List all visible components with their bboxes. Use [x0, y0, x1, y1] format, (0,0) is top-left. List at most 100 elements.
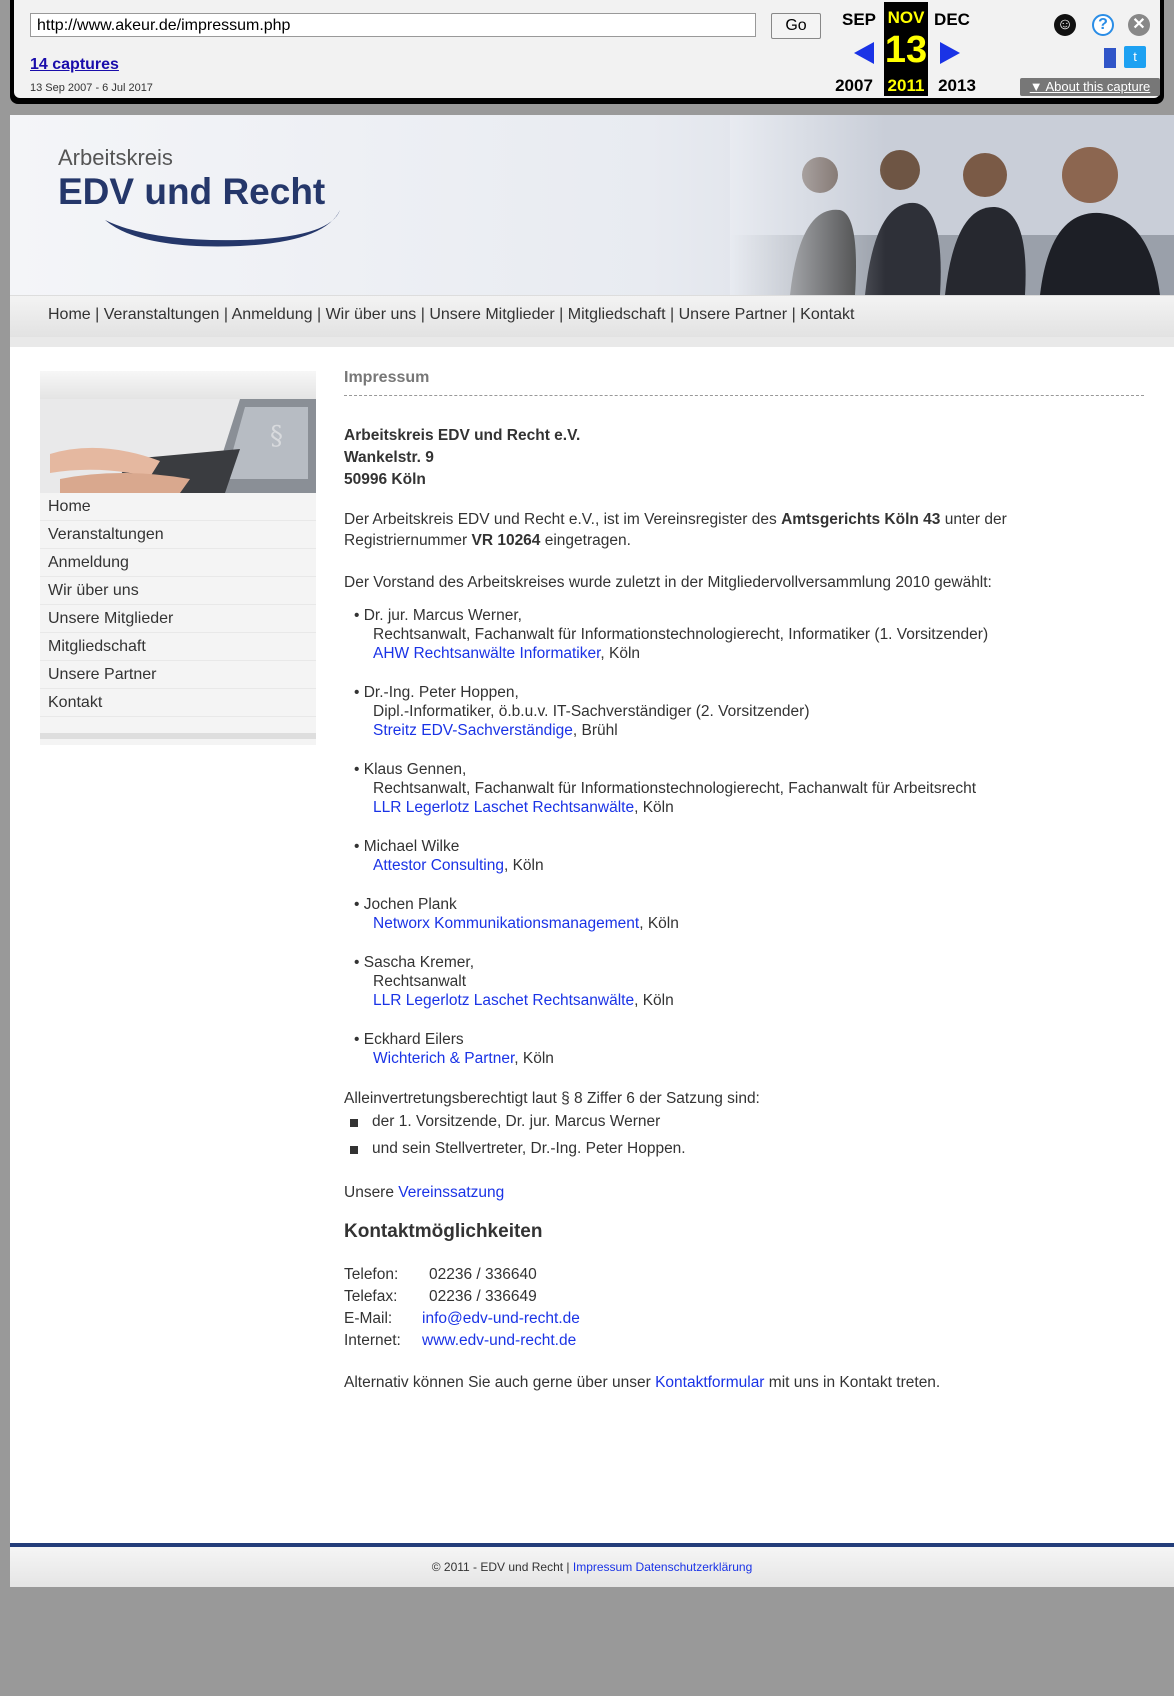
nav-home[interactable]: Home — [48, 306, 91, 323]
prev-capture-arrow-icon[interactable] — [854, 42, 874, 64]
member-company: Networx Kommunikationsmanagement, Köln — [373, 915, 679, 933]
satzung-text: Unsere — [344, 1184, 399, 1201]
square-bullet-icon — [350, 1146, 358, 1154]
member-company-link[interactable]: LLR Legerlotz Laschet Rechtsanwälte — [373, 799, 634, 816]
sidebar-item-home[interactable]: Home — [40, 493, 316, 521]
footer-datenschutz-link[interactable]: Datenschutzerklärung — [636, 1560, 753, 1574]
capture-range: 13 Sep 2007 - 6 Jul 2017 — [30, 82, 153, 94]
nav-mitgliedschaft[interactable]: Mitgliedschaft — [568, 306, 666, 323]
member-city: , Köln — [639, 915, 679, 932]
nav-unsere-mitglieder[interactable]: Unsere Mitglieder — [429, 306, 554, 323]
sidebar-item-partner[interactable]: Unsere Partner — [40, 661, 316, 689]
member-company-link[interactable]: AHW Rechtsanwälte Informatiker — [373, 645, 600, 662]
member-company: Wichterich & Partner, Köln — [373, 1050, 554, 1068]
current-capture: NOV 13 2011 — [884, 2, 928, 96]
member-name: • Jochen Plank — [354, 896, 457, 913]
register-line-1: Der Arbeitskreis EDV und Recht e.V., ist… — [344, 511, 1007, 529]
sidebar-item-mitglieder[interactable]: Unsere Mitglieder — [40, 605, 316, 633]
alternative-text: Alternativ können Sie auch gerne über un… — [344, 1374, 656, 1391]
member-company-link[interactable]: Wichterich & Partner — [373, 1050, 514, 1067]
next-capture-arrow-icon[interactable] — [940, 42, 960, 64]
contact-form-link[interactable]: Kontaktformular — [655, 1374, 764, 1391]
website-label: Internet: — [344, 1332, 401, 1349]
user-icon[interactable]: ☺ — [1054, 14, 1076, 36]
allein-item: der 1. Vorsitzende, Dr. jur. Marcus Wern… — [372, 1113, 661, 1130]
member-name: • Michael Wilke — [354, 838, 460, 855]
member-city: , Köln — [634, 799, 674, 816]
about-capture-button[interactable]: ▼ About this capture — [1020, 78, 1160, 96]
member-company: AHW Rechtsanwälte Informatiker, Köln — [373, 645, 640, 663]
prev-month[interactable]: SEP — [837, 10, 881, 30]
nav-wir-ueber-uns[interactable]: Wir über uns — [326, 306, 417, 323]
sidebar-item-anmeldung[interactable]: Anmeldung — [40, 549, 316, 577]
member-company: Streitz EDV-Sachverständige, Brühl — [373, 722, 618, 740]
member-company-link[interactable]: Streitz EDV-Sachverständige — [373, 722, 573, 739]
address-line-1: Arbeitskreis EDV und Recht e.V. — [344, 427, 581, 444]
member-company: LLR Legerlotz Laschet Rechtsanwälte, Köl… — [373, 992, 674, 1010]
member-company-link[interactable]: LLR Legerlotz Laschet Rechtsanwälte — [373, 992, 634, 1009]
wayback-panel: http://www.akeur.de/impressum.php Go 14 … — [14, 0, 1160, 98]
email-link[interactable]: info@edv-und-recht.de — [422, 1310, 580, 1328]
footer-impressum-link[interactable]: Impressum — [573, 1560, 632, 1574]
member-company-link[interactable]: Networx Kommunikationsmanagement — [373, 915, 639, 932]
sidebar-item-veranstaltungen[interactable]: Veranstaltungen — [40, 521, 316, 549]
member-role: Rechtsanwalt, Fachanwalt für Information… — [373, 780, 977, 797]
nav-anmeldung[interactable]: Anmeldung — [232, 306, 313, 323]
twitter-icon[interactable]: t — [1124, 46, 1146, 68]
nav-links: Home | Veranstaltungen | Anmeldung | Wir… — [48, 306, 855, 323]
wayback-toolbar: http://www.akeur.de/impressum.php Go 14 … — [10, 0, 1164, 104]
register-line-2: Registriernummer VR 10264 eingetragen. — [344, 532, 631, 550]
register-text: Der Arbeitskreis EDV und Recht e.V., ist… — [344, 511, 782, 528]
facebook-icon[interactable] — [1104, 48, 1116, 68]
member-city: , Köln — [514, 1050, 554, 1067]
register-court: Amtsgerichts Köln 43 — [781, 511, 941, 528]
sidebar-bottom — [40, 733, 316, 739]
nav-unsere-partner[interactable]: Unsere Partner — [679, 306, 788, 323]
current-year: 2011 — [884, 76, 928, 96]
alternative-contact: Alternativ können Sie auch gerne über un… — [344, 1374, 940, 1392]
allein-item: und sein Stellvertreter, Dr.-Ing. Peter … — [372, 1140, 686, 1157]
url-input[interactable]: http://www.akeur.de/impressum.php — [30, 13, 756, 37]
member-company-link[interactable]: Attestor Consulting — [373, 857, 504, 874]
member-company: LLR Legerlotz Laschet Rechtsanwälte, Köl… — [373, 799, 674, 817]
nav-kontakt[interactable]: Kontakt — [800, 306, 854, 323]
current-day: 13 — [884, 29, 928, 71]
main-nav: Home | Veranstaltungen | Anmeldung | Wir… — [10, 295, 1174, 338]
address-line-3: 50996 Köln — [344, 471, 426, 488]
member-role: Dipl.-Informatiker, ö.b.u.v. IT-Sachvers… — [373, 703, 810, 720]
register-text: unter der — [940, 511, 1007, 528]
close-icon[interactable]: ✕ — [1128, 14, 1150, 36]
laptop-image: § — [40, 399, 316, 493]
sidebar: § Home Veranstaltungen Anmeldung Wir übe… — [40, 371, 316, 745]
help-icon[interactable]: ? — [1092, 14, 1114, 36]
member-company: Attestor Consulting, Köln — [373, 857, 544, 875]
go-button[interactable]: Go — [771, 13, 821, 39]
header-photo — [730, 115, 1174, 295]
member-role: Rechtsanwalt, Fachanwalt für Information… — [373, 626, 989, 643]
member-name: • Eckhard Eilers — [354, 1031, 464, 1048]
fax-value: 02236 / 336649 — [429, 1288, 537, 1305]
prev-year[interactable]: 2007 — [829, 76, 879, 96]
satzung-link[interactable]: Vereinssatzung — [398, 1184, 504, 1201]
sidebar-item-kontakt[interactable]: Kontakt — [40, 689, 316, 717]
register-text: eingetragen. — [540, 532, 631, 549]
phone-value: 02236 / 336640 — [429, 1266, 537, 1283]
kontakt-heading: Kontaktmöglichkeiten — [344, 1221, 543, 1242]
vorstand-intro: Der Vorstand des Arbeitskreises wurde zu… — [344, 574, 992, 591]
logo-swoosh — [105, 210, 340, 247]
address-line-2: Wankelstr. 9 — [344, 449, 434, 466]
member-city: , Köln — [634, 992, 674, 1009]
sidebar-item-mitgliedschaft[interactable]: Mitgliedschaft — [40, 633, 316, 661]
page: Arbeitskreis EDV und Recht Home | Verans… — [10, 115, 1174, 1587]
sidebar-item-wir-ueber-uns[interactable]: Wir über uns — [40, 577, 316, 605]
member-city: , Köln — [600, 645, 641, 662]
nav-veranstaltungen[interactable]: Veranstaltungen — [104, 306, 220, 323]
captures-link[interactable]: 14 captures — [30, 56, 119, 74]
fax-label: Telefax: — [344, 1288, 398, 1305]
nav-divider — [10, 337, 1174, 347]
alternative-text: mit uns in Kontakt treten. — [764, 1374, 941, 1391]
website-link[interactable]: www.edv-und-recht.de — [422, 1332, 576, 1350]
next-month[interactable]: DEC — [930, 10, 974, 30]
member-name: • Klaus Gennen, — [354, 761, 467, 778]
next-year[interactable]: 2013 — [932, 76, 982, 96]
